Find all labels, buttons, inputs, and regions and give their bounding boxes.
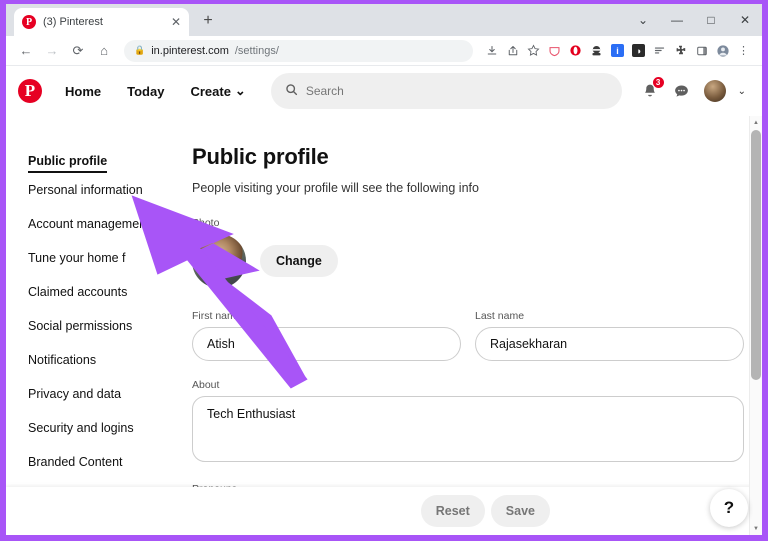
close-window-button[interactable]: ✕ xyxy=(728,5,762,35)
scrollbar-thumb[interactable] xyxy=(751,130,761,380)
page-title: Public profile xyxy=(192,144,329,169)
nav-today[interactable]: Today xyxy=(116,76,175,107)
sidebar-item-privacy-and-data[interactable]: Privacy and data xyxy=(28,377,121,411)
minimize-window-button[interactable]: — xyxy=(660,5,694,35)
settings-sidebar: Public profile Personal information Acco… xyxy=(6,116,184,535)
page-scrollbar[interactable]: ▲ ▼ xyxy=(749,116,762,535)
sidebar-item-claimed-accounts[interactable]: Claimed accounts xyxy=(28,275,127,309)
about-textarea[interactable]: Tech Enthusiast xyxy=(192,396,744,462)
nav-home-label: Home xyxy=(65,83,102,99)
share-icon[interactable] xyxy=(502,40,523,61)
sidebar-item-notifications[interactable]: Notifications xyxy=(28,343,96,377)
side-panel-icon[interactable] xyxy=(691,40,712,61)
sidebar-item-account-management[interactable]: Account management xyxy=(28,207,150,241)
window-controls: ⌄ — □ ✕ xyxy=(626,4,762,36)
url-host: in.pinterest.com xyxy=(151,44,229,57)
messages-button[interactable] xyxy=(668,77,696,105)
save-button[interactable]: Save xyxy=(490,495,550,527)
browser-tab[interactable]: P (3) Pinterest ✕ xyxy=(14,8,189,36)
pinterest-logo-icon[interactable]: P xyxy=(18,79,42,103)
first-name-field-group: First name xyxy=(192,310,461,361)
sidebar-item-public-profile[interactable]: Public profile xyxy=(28,144,108,173)
notifications-button[interactable]: 3 xyxy=(636,76,665,105)
tab-title: (3) Pinterest xyxy=(43,16,103,28)
nav-home[interactable]: Home xyxy=(54,76,112,107)
about-field-group: About Tech Enthusiast xyxy=(192,379,744,467)
pinterest-favicon-icon: P xyxy=(22,15,36,29)
url-path: /settings/ xyxy=(234,44,279,57)
sidebar-item-social-permissions[interactable]: Social permissions xyxy=(28,309,132,343)
about-label: About xyxy=(192,379,220,391)
form-action-bar: Reset Save xyxy=(6,487,762,535)
search-placeholder: Search xyxy=(305,84,344,98)
chrome-menu-icon[interactable]: ⋮ xyxy=(733,40,754,61)
profile-avatar-icon[interactable] xyxy=(712,40,733,61)
sidebar-item-personal-information[interactable]: Personal information xyxy=(28,173,143,207)
info-badge: i xyxy=(611,44,624,57)
reload-icon[interactable]: ⟳ xyxy=(66,39,90,63)
profile-photo-avatar[interactable] xyxy=(192,234,246,288)
address-bar[interactable]: 🔒 in.pinterest.com/settings/ xyxy=(124,39,473,62)
opera-extension-icon[interactable] xyxy=(565,40,586,61)
last-name-label: Last name xyxy=(475,310,525,322)
help-button[interactable]: ? xyxy=(710,489,748,527)
page-subtitle: People visiting your profile will see th… xyxy=(192,181,479,195)
reset-button[interactable]: Reset xyxy=(420,495,485,527)
maximize-window-button[interactable]: □ xyxy=(694,5,728,35)
change-photo-button[interactable]: Change xyxy=(260,245,338,277)
dark-mode-extension-icon[interactable]: ◑ xyxy=(628,40,649,61)
nav-create[interactable]: Create ⌄ xyxy=(179,75,256,107)
browser-tab-strip: P (3) Pinterest ✕ + ⌄ — □ ✕ xyxy=(6,4,762,36)
notification-count-badge: 3 xyxy=(651,76,665,89)
screenshot-purple-frame: P (3) Pinterest ✕ + ⌄ — □ ✕ ← → ⟳ ⌂ 🔒 in… xyxy=(0,0,768,541)
nav-create-label: Create xyxy=(190,83,231,99)
sidebar-item-security-and-logins[interactable]: Security and logins xyxy=(28,411,134,445)
shield-heart-extension-icon[interactable] xyxy=(544,40,565,61)
search-icon xyxy=(285,83,298,99)
bookmark-star-icon[interactable] xyxy=(523,40,544,61)
scroll-up-arrow-icon[interactable]: ▲ xyxy=(750,116,762,129)
browser-window: P (3) Pinterest ✕ + ⌄ — □ ✕ ← → ⟳ ⌂ 🔒 in… xyxy=(6,4,762,535)
home-icon[interactable]: ⌂ xyxy=(92,39,116,63)
browser-extension-icons: i ◑ ⋮ xyxy=(481,40,754,61)
nav-today-label: Today xyxy=(127,83,165,99)
settings-page: Public profile Personal information Acco… xyxy=(6,116,762,535)
new-tab-button[interactable]: + xyxy=(195,8,221,34)
name-fields-row: First name Last name xyxy=(192,310,762,361)
close-tab-icon[interactable]: ✕ xyxy=(171,16,181,28)
first-name-input[interactable] xyxy=(192,327,461,361)
account-chevron-down-icon[interactable]: ⌄ xyxy=(734,86,750,97)
tab-search-chevron-icon[interactable]: ⌄ xyxy=(626,5,660,35)
scroll-down-arrow-icon[interactable]: ▼ xyxy=(750,522,762,535)
photo-section: Photo Change xyxy=(192,217,762,288)
search-input[interactable]: Search xyxy=(270,73,622,109)
last-name-input[interactable] xyxy=(475,327,744,361)
info-extension-icon[interactable]: i xyxy=(607,40,628,61)
list-extension-icon[interactable] xyxy=(649,40,670,61)
install-app-icon[interactable] xyxy=(481,40,502,61)
chevron-down-icon: ⌄ xyxy=(234,83,246,98)
sidebar-item-tune-your-home-feed[interactable]: Tune your home f xyxy=(28,241,126,275)
last-name-field-group: Last name xyxy=(475,310,744,361)
pinterest-header: P Home Today Create ⌄ Search 3 ⌄ xyxy=(6,66,762,116)
photo-label: Photo xyxy=(192,217,220,229)
lock-icon: 🔒 xyxy=(134,45,146,55)
dark-mode-badge: ◑ xyxy=(632,44,645,57)
ninja-extension-icon[interactable] xyxy=(586,40,607,61)
first-name-label: First name xyxy=(192,310,242,322)
back-icon[interactable]: ← xyxy=(14,39,38,63)
extensions-puzzle-icon[interactable] xyxy=(670,40,691,61)
account-avatar[interactable] xyxy=(703,80,726,102)
sidebar-item-branded-content[interactable]: Branded Content xyxy=(28,445,123,479)
public-profile-form: Public profile People visiting your prof… xyxy=(184,116,762,535)
forward-icon[interactable]: → xyxy=(40,39,64,63)
browser-toolbar: ← → ⟳ ⌂ 🔒 in.pinterest.com/settings/ i ◑… xyxy=(6,36,762,66)
